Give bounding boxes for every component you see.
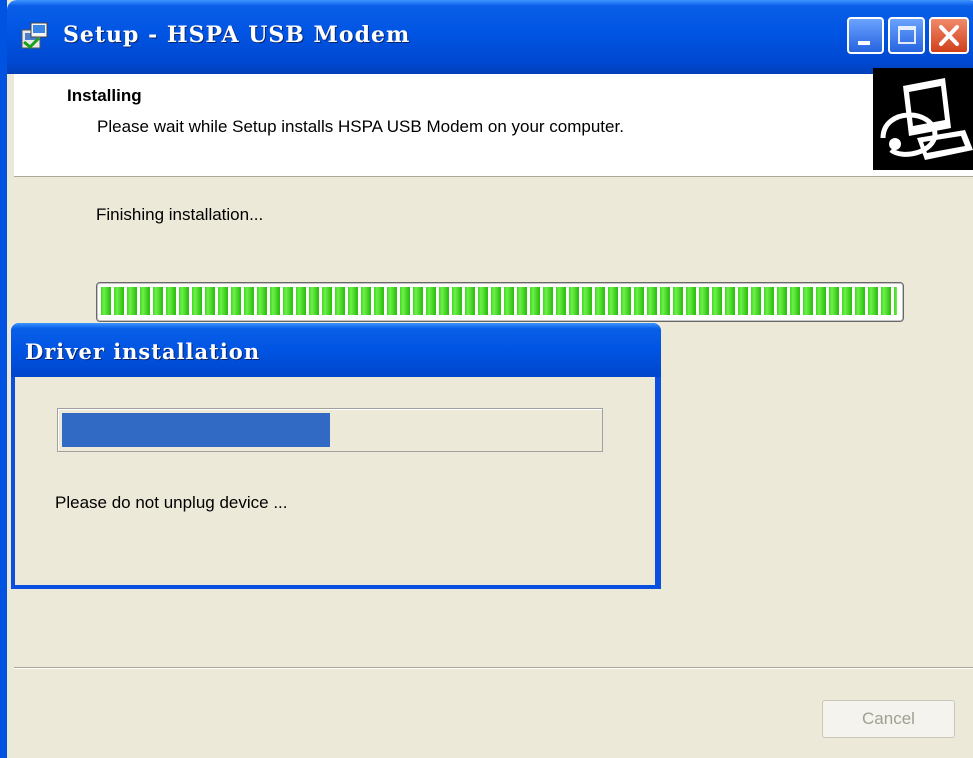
- minimize-button[interactable]: [847, 17, 884, 54]
- installation-progress-fill: [101, 287, 897, 315]
- installation-progress-bar: [96, 282, 904, 322]
- page-title: Installing: [67, 86, 142, 105]
- setup-app-icon: [21, 22, 48, 50]
- dialog-title-bar[interactable]: Driver installation: [11, 323, 661, 377]
- dialog-message: Please do not unplug device ...: [55, 493, 288, 512]
- maximize-icon: [898, 26, 916, 44]
- driver-progress-bar: [57, 408, 603, 452]
- status-text: Finishing installation...: [96, 205, 264, 224]
- computer-setup-icon: [873, 68, 973, 170]
- maximize-button[interactable]: [888, 17, 925, 54]
- title-bar[interactable]: Setup - HSPA USB Modem: [7, 0, 973, 74]
- window-title: Setup - HSPA USB Modem: [63, 22, 411, 48]
- footer-separator: [14, 667, 973, 669]
- cancel-button[interactable]: Cancel: [822, 700, 955, 738]
- dialog-title: Driver installation: [25, 339, 261, 364]
- wizard-header: Installing Please wait while Setup insta…: [14, 68, 973, 177]
- dialog-body: Please do not unplug device ...: [15, 377, 655, 585]
- close-icon: [939, 25, 959, 46]
- driver-progress-fill: [62, 413, 330, 447]
- minimize-icon: [858, 41, 870, 45]
- close-button[interactable]: [929, 17, 969, 54]
- driver-installation-dialog: Driver installation Please do not unplug…: [11, 323, 661, 589]
- page-subtitle: Please wait while Setup installs HSPA US…: [97, 117, 624, 136]
